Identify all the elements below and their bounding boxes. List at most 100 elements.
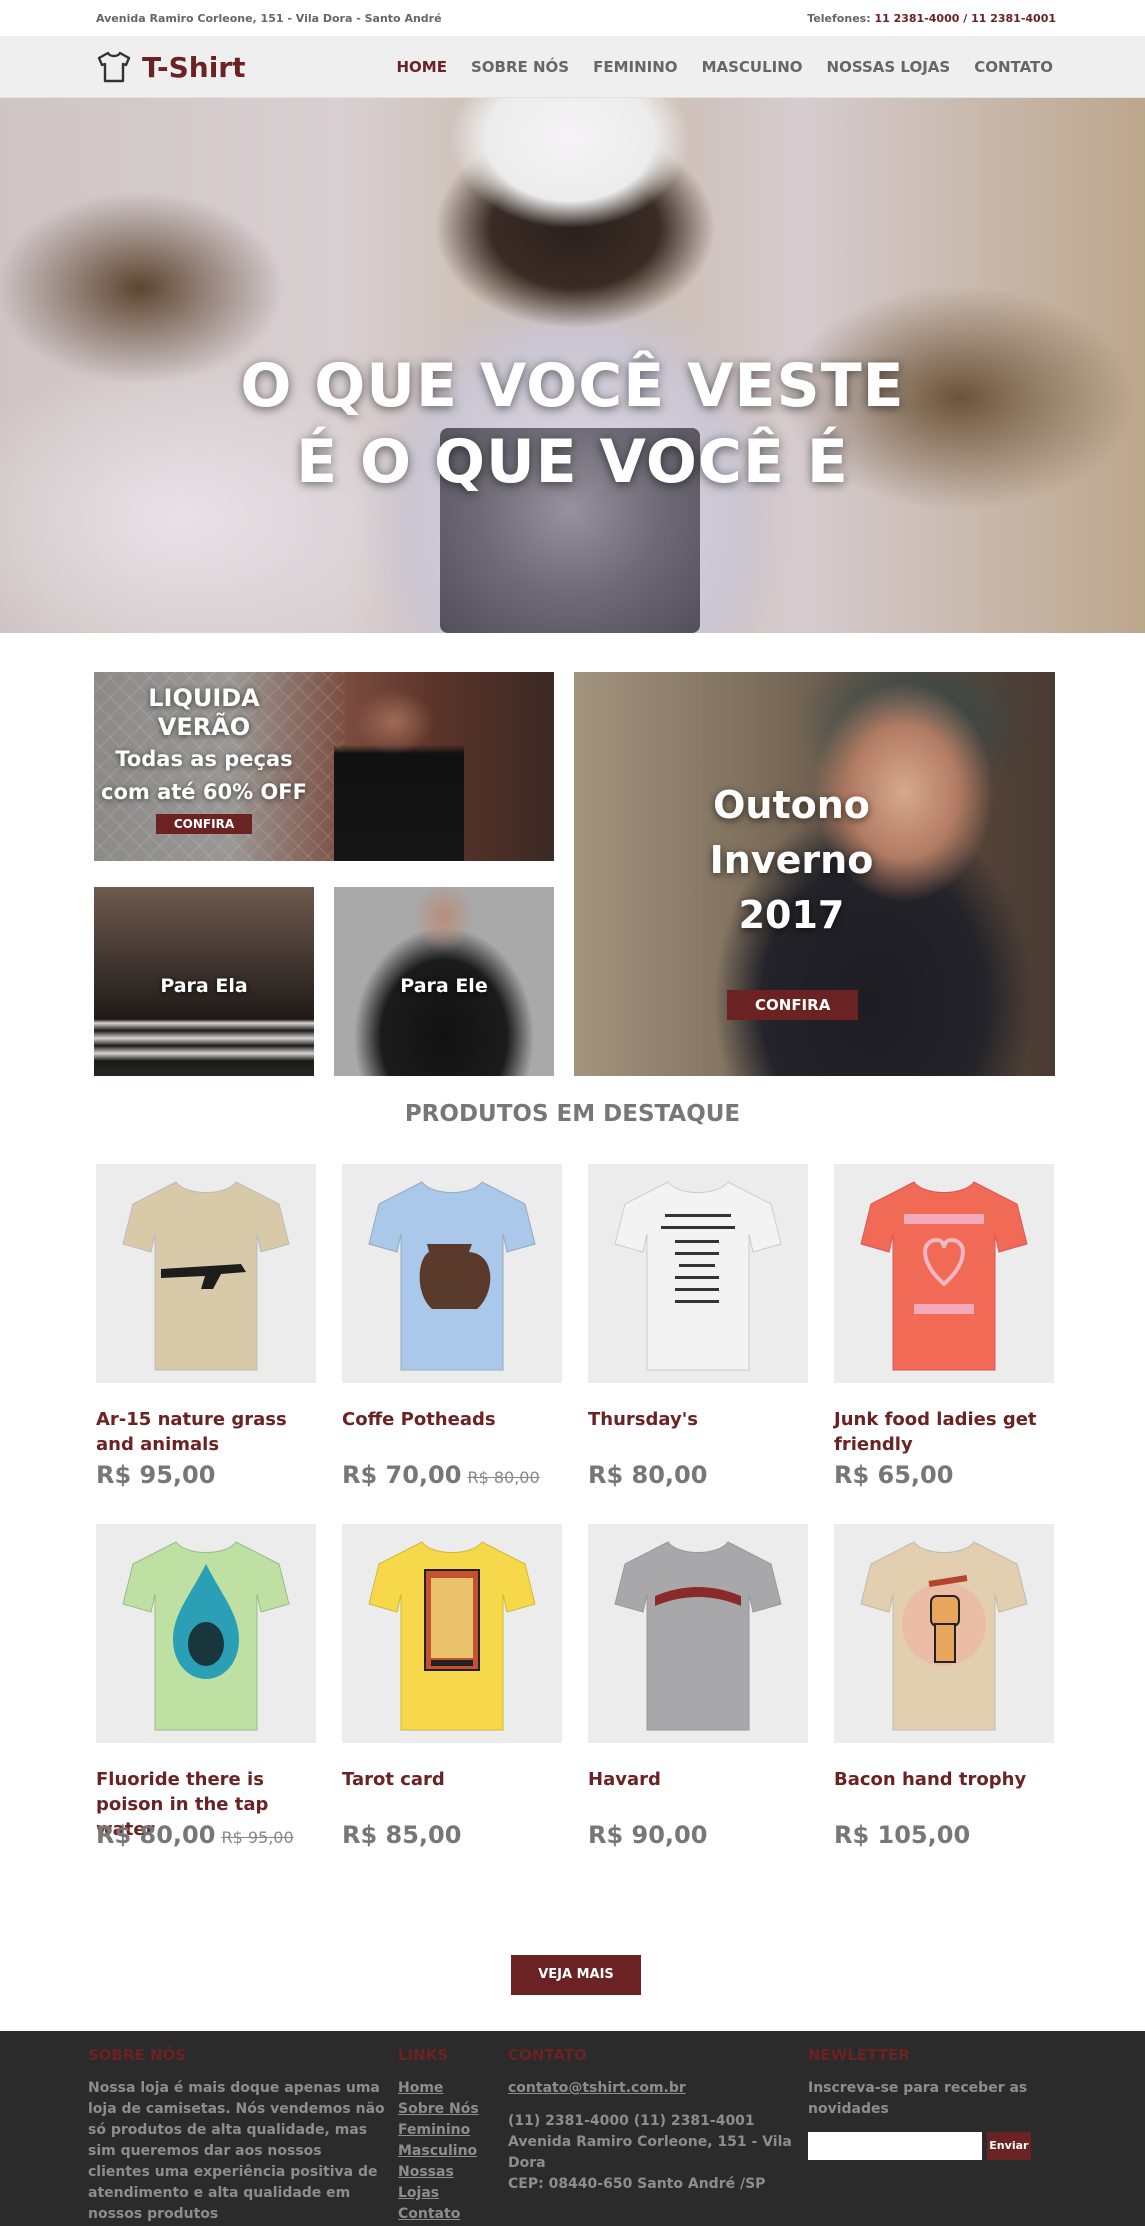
veja-mais-button[interactable]: VEJA MAIS bbox=[511, 1955, 641, 1995]
store-phones: Telefones: 11 2381-4000 / 11 2381-4001 bbox=[807, 12, 1056, 25]
liquida-confira-button[interactable]: CONFIRA bbox=[155, 814, 253, 834]
product-old-price: R$ 80,00 bbox=[467, 1468, 540, 1487]
product-card[interactable]: Fluoride there is poison in the tap wate… bbox=[96, 1524, 316, 1849]
promo-liquida-verao[interactable]: LIQUIDA VERÃO Todas as peças com até 60%… bbox=[94, 672, 554, 861]
phones-numbers: 11 2381-4000 / 11 2381-4001 bbox=[874, 12, 1056, 25]
product-price: R$ 70,00 R$ 80,00 bbox=[342, 1461, 540, 1489]
liquida-text: LIQUIDA VERÃO Todas as peças com até 60%… bbox=[94, 684, 314, 834]
footer-cep: CEP: 08440-650 Santo André /SP bbox=[508, 2176, 766, 2192]
newsletter-email-input[interactable] bbox=[808, 2132, 982, 2160]
tshirt-graphic bbox=[860, 1181, 1028, 1371]
product-price: R$ 95,00 bbox=[96, 1461, 216, 1489]
product-name[interactable]: Tarot card bbox=[342, 1767, 562, 1817]
footer-link-home[interactable]: Home bbox=[398, 2078, 498, 2099]
promo-outono-inverno[interactable]: Outono Inverno 2017 CONFIRA bbox=[574, 672, 1055, 1076]
product-card[interactable]: Bacon hand trophy R$ 105,00 bbox=[834, 1524, 1054, 1849]
product-card[interactable]: Thursday's R$ 80,00 bbox=[588, 1164, 808, 1489]
logo-text: T-Shirt bbox=[142, 50, 246, 84]
product-image[interactable] bbox=[342, 1524, 562, 1743]
footer-email-link[interactable]: contato@tshirt.com.br bbox=[508, 2078, 808, 2099]
product-image[interactable] bbox=[96, 1164, 316, 1383]
footer-contact: CONTATO contato@tshirt.com.br (11) 2381-… bbox=[508, 2045, 808, 2195]
footer-phones: (11) 2381-4000 (11) 2381-4001 bbox=[508, 2113, 755, 2129]
product-card[interactable]: Havard R$ 90,00 bbox=[588, 1524, 808, 1849]
nav-contato[interactable]: CONTATO bbox=[974, 58, 1053, 76]
tshirt-graphic bbox=[122, 1541, 290, 1731]
product-price: R$ 90,00 bbox=[588, 1821, 708, 1849]
tshirt-graphic bbox=[368, 1541, 536, 1731]
tshirt-graphic bbox=[614, 1541, 782, 1731]
site-header: T-Shirt HOME SOBRE NÓS FEMININO MASCULIN… bbox=[0, 36, 1145, 98]
liquida-sub-1: Todas as peças bbox=[115, 747, 293, 771]
top-bar: Avenida Ramiro Corleone, 151 - Vila Dora… bbox=[0, 0, 1145, 36]
product-card[interactable]: Coffe Potheads R$ 70,00 R$ 80,00 bbox=[342, 1164, 562, 1489]
tshirt-icon bbox=[97, 51, 131, 83]
product-name[interactable]: Fluoride there is poison in the tap wate… bbox=[96, 1767, 316, 1840]
footer-link-contato[interactable]: Contato bbox=[398, 2204, 498, 2225]
hero-line-2: É O QUE VOCÊ É bbox=[296, 427, 849, 497]
nav-feminino[interactable]: FEMININO bbox=[593, 58, 677, 76]
para-ela-label: Para Ela bbox=[160, 975, 248, 997]
footer-newsletter: NEWLETTER Inscreva-se para receber as no… bbox=[808, 2045, 1048, 2160]
product-name[interactable]: Ar-15 nature grass and animals bbox=[96, 1407, 316, 1457]
hero-title: O QUE VOCÊ VESTE É O QUE VOCÊ É bbox=[0, 348, 1145, 500]
outono-text: Outono Inverno 2017 bbox=[574, 778, 1009, 943]
footer-about: SOBRE NÓS Nossa loja é mais doque apenas… bbox=[88, 2045, 388, 2225]
tshirt-graphic bbox=[368, 1181, 536, 1371]
product-price: R$ 85,00 bbox=[342, 1821, 462, 1849]
outono-line-1: Outono bbox=[713, 783, 870, 827]
footer-contact-title: CONTATO bbox=[508, 2046, 587, 2064]
promo-para-ela[interactable]: Para Ela bbox=[94, 887, 314, 1076]
footer-about-text: Nossa loja é mais doque apenas uma loja … bbox=[88, 2080, 385, 2222]
tshirt-graphic bbox=[122, 1181, 290, 1371]
featured-title: PRODUTOS EM DESTAQUE bbox=[404, 1101, 741, 1127]
footer-links: LINKS Home Sobre Nós Feminino Masculino … bbox=[398, 2045, 498, 2225]
newsletter-submit-button[interactable]: Enviar bbox=[986, 2132, 1031, 2160]
product-name[interactable]: Bacon hand trophy bbox=[834, 1767, 1054, 1817]
product-image[interactable] bbox=[96, 1524, 316, 1743]
product-image[interactable] bbox=[588, 1164, 808, 1383]
site-footer: SOBRE NÓS Nossa loja é mais doque apenas… bbox=[0, 2031, 1145, 2226]
footer-link-sobre-nos[interactable]: Sobre Nós bbox=[398, 2099, 498, 2120]
product-price: R$ 80,00 bbox=[588, 1461, 708, 1489]
product-image[interactable] bbox=[834, 1524, 1054, 1743]
footer-about-title: SOBRE NÓS bbox=[88, 2046, 187, 2064]
product-image[interactable] bbox=[588, 1524, 808, 1743]
product-old-price: R$ 95,00 bbox=[221, 1828, 294, 1847]
model-photo bbox=[334, 682, 464, 861]
footer-link-feminino[interactable]: Feminino bbox=[398, 2120, 498, 2141]
product-name[interactable]: Havard bbox=[588, 1767, 808, 1817]
footer-links-title: LINKS bbox=[398, 2046, 449, 2064]
nav-nossas-lojas[interactable]: NOSSAS LOJAS bbox=[827, 58, 951, 76]
outono-line-3: 2017 bbox=[738, 893, 845, 937]
footer-newsletter-text: Inscreva-se para receber as novidades bbox=[808, 2080, 1028, 2117]
tshirt-graphic bbox=[614, 1181, 782, 1371]
product-price: R$ 65,00 bbox=[834, 1461, 954, 1489]
product-card[interactable]: Junk food ladies get friendly R$ 65,00 bbox=[834, 1164, 1054, 1489]
logo[interactable]: T-Shirt bbox=[96, 48, 246, 86]
product-name[interactable]: Junk food ladies get friendly bbox=[834, 1407, 1054, 1457]
product-price: R$ 105,00 bbox=[834, 1821, 971, 1849]
nav-masculino[interactable]: MASCULINO bbox=[702, 58, 803, 76]
footer-address: Avenida Ramiro Corleone, 151 - Vila Dora bbox=[508, 2134, 792, 2171]
footer-link-masculino[interactable]: Masculino bbox=[398, 2141, 498, 2162]
para-ele-label: Para Ele bbox=[400, 975, 488, 997]
footer-link-nossas-lojas[interactable]: Nossas Lojas bbox=[398, 2162, 498, 2204]
product-card[interactable]: Tarot card R$ 85,00 bbox=[342, 1524, 562, 1849]
product-image[interactable] bbox=[834, 1164, 1054, 1383]
hero-line-1: O QUE VOCÊ VESTE bbox=[240, 351, 905, 421]
nav-sobre-nos[interactable]: SOBRE NÓS bbox=[471, 58, 569, 76]
outono-confira-button[interactable]: CONFIRA bbox=[727, 990, 859, 1020]
product-name[interactable]: Coffe Potheads bbox=[342, 1407, 562, 1457]
promo-para-ele[interactable]: Para Ele bbox=[334, 887, 554, 1076]
hero-banner: O QUE VOCÊ VESTE É O QUE VOCÊ É bbox=[0, 98, 1145, 633]
liquida-title-2: VERÃO bbox=[157, 713, 251, 741]
product-image[interactable] bbox=[342, 1164, 562, 1383]
footer-newsletter-title: NEWLETTER bbox=[808, 2046, 910, 2064]
tshirt-graphic bbox=[860, 1541, 1028, 1731]
nav-home[interactable]: HOME bbox=[397, 58, 447, 76]
product-card[interactable]: Ar-15 nature grass and animals R$ 95,00 bbox=[96, 1164, 316, 1489]
phones-label: Telefones: bbox=[807, 12, 871, 25]
product-name[interactable]: Thursday's bbox=[588, 1407, 808, 1457]
outono-line-2: Inverno bbox=[709, 838, 874, 882]
